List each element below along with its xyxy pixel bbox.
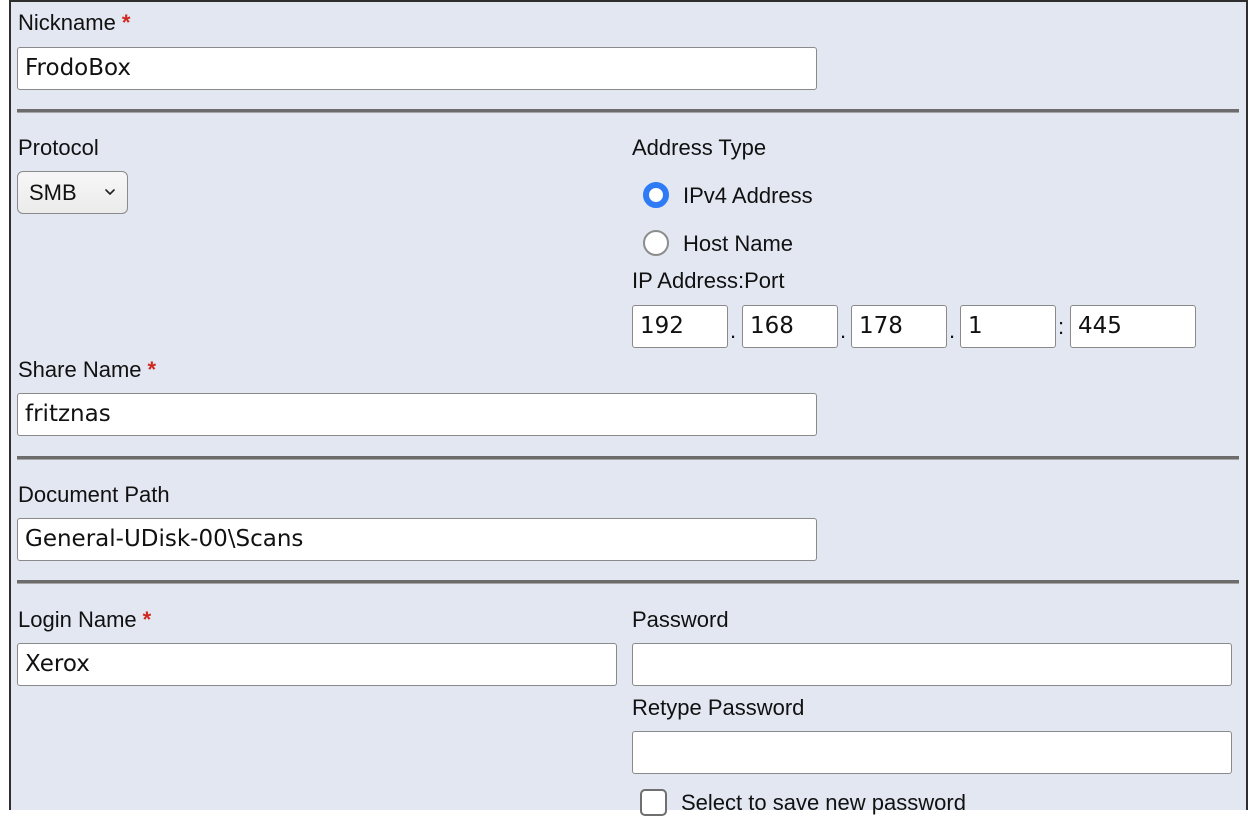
ipv4-address-label: IPv4 Address — [683, 183, 813, 208]
protocol-select-value: SMB — [29, 180, 77, 205]
share-name-label: Share Name * — [18, 357, 156, 383]
save-password-checkbox[interactable] — [640, 789, 667, 816]
save-password-label: Select to save new password — [681, 790, 966, 815]
login-name-label-text: Login Name — [18, 607, 137, 632]
ip-octet-3-input[interactable]: 178 — [851, 305, 947, 348]
address-type-label: Address Type — [632, 135, 767, 160]
chevron-down-icon — [105, 189, 115, 195]
protocol-select[interactable]: SMB — [17, 171, 128, 214]
nickname-label-text: Nickname — [18, 10, 116, 35]
ip-dot-separator: . — [840, 318, 847, 343]
password-input[interactable] — [632, 643, 1232, 686]
login-name-input[interactable]: Xerox — [17, 643, 617, 686]
retype-password-input[interactable] — [632, 731, 1232, 774]
ip-octet-4-input[interactable]: 1 — [960, 305, 1056, 348]
ip-octet-2-input[interactable]: 168 — [742, 305, 838, 348]
port-input[interactable]: 445 — [1070, 305, 1196, 348]
ip-address-port-label: IP Address:Port — [632, 268, 785, 293]
share-name-label-text: Share Name — [18, 357, 142, 382]
document-path-input[interactable]: General-UDisk-00\Scans — [17, 518, 817, 561]
protocol-label: Protocol — [18, 135, 99, 160]
host-name-radio[interactable] — [643, 230, 669, 256]
section-divider — [17, 456, 1239, 460]
required-asterisk: * — [142, 607, 152, 632]
ip-octet-1-input[interactable]: 192 — [632, 305, 728, 348]
document-path-label: Document Path — [18, 482, 170, 507]
required-asterisk: * — [147, 357, 157, 382]
ip-port-separator: : — [1058, 314, 1065, 339]
host-name-label: Host Name — [683, 231, 794, 256]
ipv4-address-radio[interactable] — [643, 182, 669, 208]
nickname-input[interactable]: FrodoBox — [17, 47, 817, 90]
login-name-label: Login Name * — [18, 607, 151, 633]
required-asterisk: * — [121, 10, 131, 35]
ip-dot-separator: . — [949, 318, 956, 343]
password-label: Password — [632, 607, 729, 632]
retype-password-label: Retype Password — [632, 695, 805, 720]
share-name-input[interactable]: fritznas — [17, 393, 817, 436]
section-divider — [17, 109, 1239, 113]
ip-dot-separator: . — [730, 318, 737, 343]
nickname-label: Nickname * — [18, 10, 130, 36]
section-divider — [17, 580, 1239, 584]
